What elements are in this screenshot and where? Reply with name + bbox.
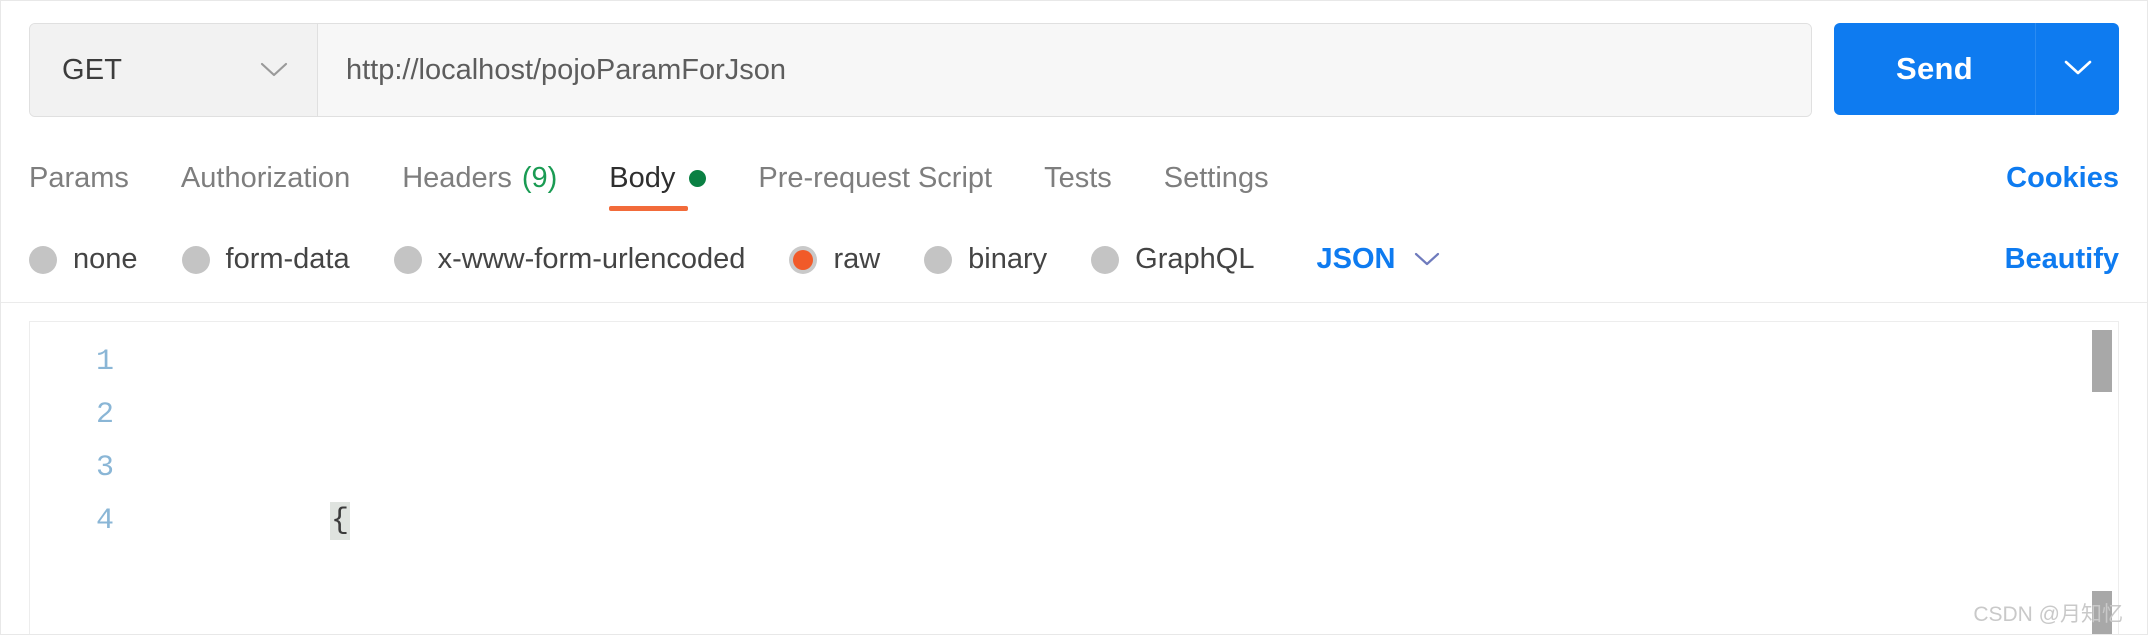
request-url-bar: GET Send	[1, 1, 2147, 117]
chevron-down-icon	[259, 61, 289, 79]
tab-label: Settings	[1163, 161, 1269, 194]
postman-request-pane: GET Send	[0, 0, 2148, 635]
http-method-select[interactable]: GET	[30, 24, 318, 116]
radio-icon	[393, 245, 422, 274]
url-input-wrapper[interactable]	[318, 24, 1811, 116]
tab-pre-request-script[interactable]: Pre-request Script	[758, 139, 992, 217]
editor-scrollbar-thumb[interactable]	[2092, 330, 2112, 392]
tab-body[interactable]: Body	[609, 139, 707, 217]
tab-tests[interactable]: Tests	[1044, 139, 1112, 217]
radio-label: GraphQL	[1135, 243, 1255, 275]
body-type-raw[interactable]: raw	[789, 243, 880, 276]
http-method-value: GET	[62, 53, 123, 86]
body-type-binary[interactable]: binary	[924, 243, 1047, 276]
cookies-link[interactable]: Cookies	[2006, 162, 2119, 195]
body-type-graphql[interactable]: GraphQL	[1091, 243, 1254, 276]
line-number: 3	[95, 451, 114, 485]
body-format-value: JSON	[1316, 243, 1396, 275]
tab-label: Body	[609, 161, 676, 194]
radio-icon	[181, 245, 210, 274]
body-type-options: none form-data x-www-form-urlencoded raw…	[1, 217, 2147, 303]
headers-count-badge: (9)	[521, 161, 558, 194]
radio-label: raw	[833, 243, 881, 275]
radio-icon	[1091, 245, 1120, 274]
send-options-button[interactable]	[2035, 23, 2119, 115]
tab-label: Params	[29, 161, 129, 194]
tab-label: Authorization	[180, 161, 351, 194]
radio-icon-selected	[789, 245, 818, 274]
method-and-url-group: GET	[29, 23, 1812, 117]
watermark-text: CSDN @月知忆	[1973, 603, 2123, 626]
body-type-form-data[interactable]: form-data	[181, 243, 350, 276]
radio-label: form-data	[225, 243, 350, 275]
request-tabs: Params Authorization Headers (9) Body Pr…	[1, 139, 2147, 217]
send-button[interactable]: Send	[1834, 23, 2035, 115]
editor-content: 1 2 3 4 { ····"name":"itcast", ····"age"…	[30, 322, 2118, 634]
tab-label: Pre-request Script	[758, 161, 993, 194]
radio-label: x-www-form-urlencoded	[437, 243, 746, 275]
body-format-select[interactable]: JSON	[1316, 243, 1441, 276]
chevron-down-icon	[2063, 59, 2093, 80]
radio-label: none	[73, 243, 138, 275]
json-open-brace: {	[330, 502, 351, 540]
editor-code-area[interactable]: { ····"name":"itcast", ····"age":15 }	[140, 336, 2118, 634]
beautify-button[interactable]: Beautify	[2005, 243, 2119, 276]
line-number: 1	[95, 345, 114, 379]
tab-headers[interactable]: Headers (9)	[402, 139, 557, 217]
url-input[interactable]	[344, 52, 1785, 88]
radio-icon	[29, 245, 57, 274]
editor-line-numbers: 1 2 3 4	[30, 336, 140, 634]
chevron-down-icon	[1413, 251, 1441, 268]
line-number: 2	[95, 398, 114, 432]
body-type-x-www-form-urlencoded[interactable]: x-www-form-urlencoded	[393, 243, 746, 276]
line-number: 4	[95, 504, 114, 538]
send-button-group: Send	[1834, 23, 2119, 115]
radio-label: binary	[968, 243, 1048, 275]
body-type-none[interactable]: none	[29, 243, 138, 276]
code-line: {	[150, 442, 2118, 540]
radio-icon	[924, 245, 953, 274]
tab-label: Tests	[1044, 161, 1112, 194]
tab-label: Headers	[402, 161, 512, 194]
code-line: ····"name":"itcast",	[150, 601, 2118, 634]
request-body-editor[interactable]: 1 2 3 4 { ····"name":"itcast", ····"age"…	[29, 321, 2119, 634]
tab-params[interactable]: Params	[29, 139, 129, 217]
editor-vertical-scrollbar[interactable]	[2092, 322, 2112, 634]
tab-settings[interactable]: Settings	[1164, 139, 1269, 217]
tab-authorization[interactable]: Authorization	[181, 139, 350, 217]
body-status-dot-icon	[689, 169, 707, 187]
